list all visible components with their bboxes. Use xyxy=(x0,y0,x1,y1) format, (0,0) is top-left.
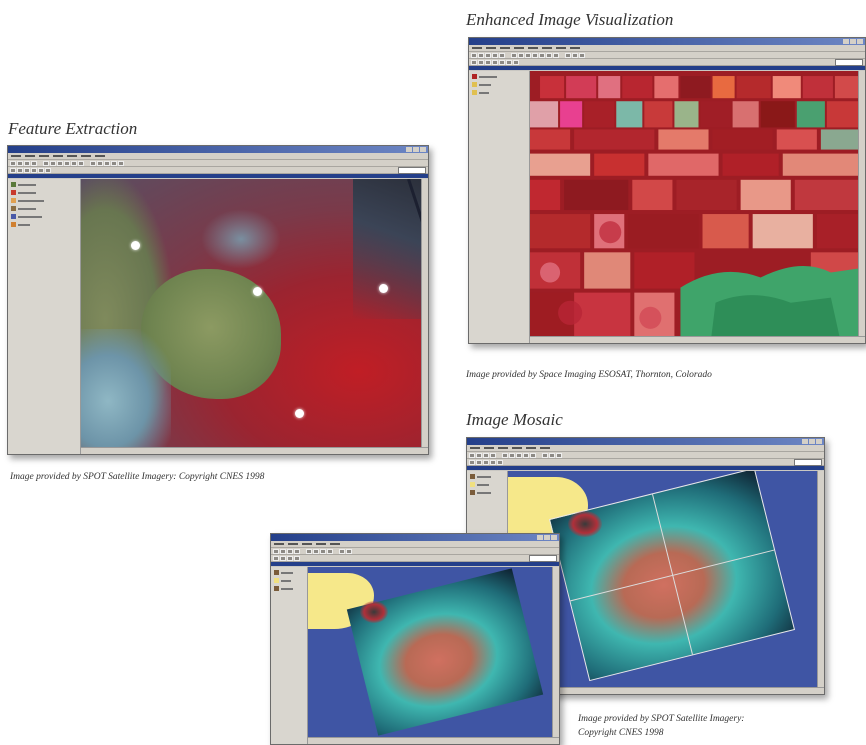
title-bar[interactable] xyxy=(467,438,824,445)
horizontal-scrollbar[interactable] xyxy=(81,447,428,454)
horizontal-scrollbar[interactable] xyxy=(308,737,559,744)
scale-field[interactable] xyxy=(835,58,863,66)
minimize-icon[interactable] xyxy=(537,535,543,540)
minimize-icon[interactable] xyxy=(802,439,808,444)
feature-marker[interactable] xyxy=(295,409,304,418)
image-mosaic-caption-line1: Image provided by SPOT Satellite Imagery… xyxy=(578,714,745,724)
close-icon[interactable] xyxy=(551,535,557,540)
toolbar-secondary[interactable] xyxy=(8,166,428,174)
title-bar[interactable] xyxy=(469,38,865,45)
vertical-scrollbar[interactable] xyxy=(858,71,865,337)
satellite-view[interactable] xyxy=(81,179,428,454)
menu-bar[interactable] xyxy=(469,45,865,52)
close-icon[interactable] xyxy=(816,439,822,444)
viewer-title-bar xyxy=(467,466,824,470)
maximize-icon[interactable] xyxy=(544,535,550,540)
feature-extraction-heading: Feature Extraction xyxy=(8,119,138,138)
crop-field-mosaic xyxy=(530,71,865,343)
title-bar[interactable] xyxy=(271,534,559,541)
menu-bar[interactable] xyxy=(8,153,428,160)
layer-panel[interactable] xyxy=(8,179,81,454)
toolbar[interactable] xyxy=(271,548,559,555)
maximize-icon[interactable] xyxy=(413,147,419,152)
minimize-icon[interactable] xyxy=(843,39,849,44)
feature-marker[interactable] xyxy=(131,241,140,250)
mosaic-preview-view[interactable] xyxy=(308,567,559,744)
minimize-icon[interactable] xyxy=(406,147,412,152)
image-mosaic-window-front xyxy=(270,533,560,745)
vertical-scrollbar[interactable] xyxy=(817,471,824,688)
menu-bar[interactable] xyxy=(271,541,559,548)
scale-field[interactable] xyxy=(529,554,557,562)
feature-extraction-caption: Image provided by SPOT Satellite Imagery… xyxy=(10,472,265,482)
toolbar-secondary[interactable] xyxy=(271,554,559,562)
vertical-scrollbar[interactable] xyxy=(552,567,559,738)
vertical-scrollbar[interactable] xyxy=(421,179,428,448)
feature-marker[interactable] xyxy=(379,284,388,293)
toolbar[interactable] xyxy=(467,452,824,459)
image-mosaic-heading: Image Mosaic xyxy=(466,410,563,429)
toolbar[interactable] xyxy=(469,52,865,59)
horizontal-scrollbar[interactable] xyxy=(530,336,865,343)
layer-panel[interactable] xyxy=(271,567,308,744)
scale-field[interactable] xyxy=(794,458,822,466)
maximize-icon[interactable] xyxy=(850,39,856,44)
enhanced-visualization-heading: Enhanced Image Visualization xyxy=(466,10,674,29)
layer-panel[interactable] xyxy=(469,71,530,343)
toolbar-secondary[interactable] xyxy=(469,58,865,66)
image-mosaic-caption-line2: Copyright CNES 1998 xyxy=(578,728,664,738)
maximize-icon[interactable] xyxy=(809,439,815,444)
feature-marker[interactable] xyxy=(253,287,262,296)
toolbar-secondary[interactable] xyxy=(467,458,824,466)
feature-extraction-window xyxy=(7,145,429,455)
title-bar[interactable] xyxy=(8,146,428,153)
enhanced-visualization-caption: Image provided by Space Imaging ESOSAT, … xyxy=(466,370,712,380)
enhanced-visualization-window xyxy=(468,37,866,344)
toolbar[interactable] xyxy=(8,160,428,167)
close-icon[interactable] xyxy=(420,147,426,152)
scale-field[interactable] xyxy=(398,166,426,174)
menu-bar[interactable] xyxy=(467,445,824,452)
viewer-title-bar xyxy=(8,174,428,178)
viewer-title-bar xyxy=(469,66,865,70)
enhanced-image-view[interactable] xyxy=(530,71,865,343)
viewer-title-bar xyxy=(271,562,559,566)
close-icon[interactable] xyxy=(857,39,863,44)
